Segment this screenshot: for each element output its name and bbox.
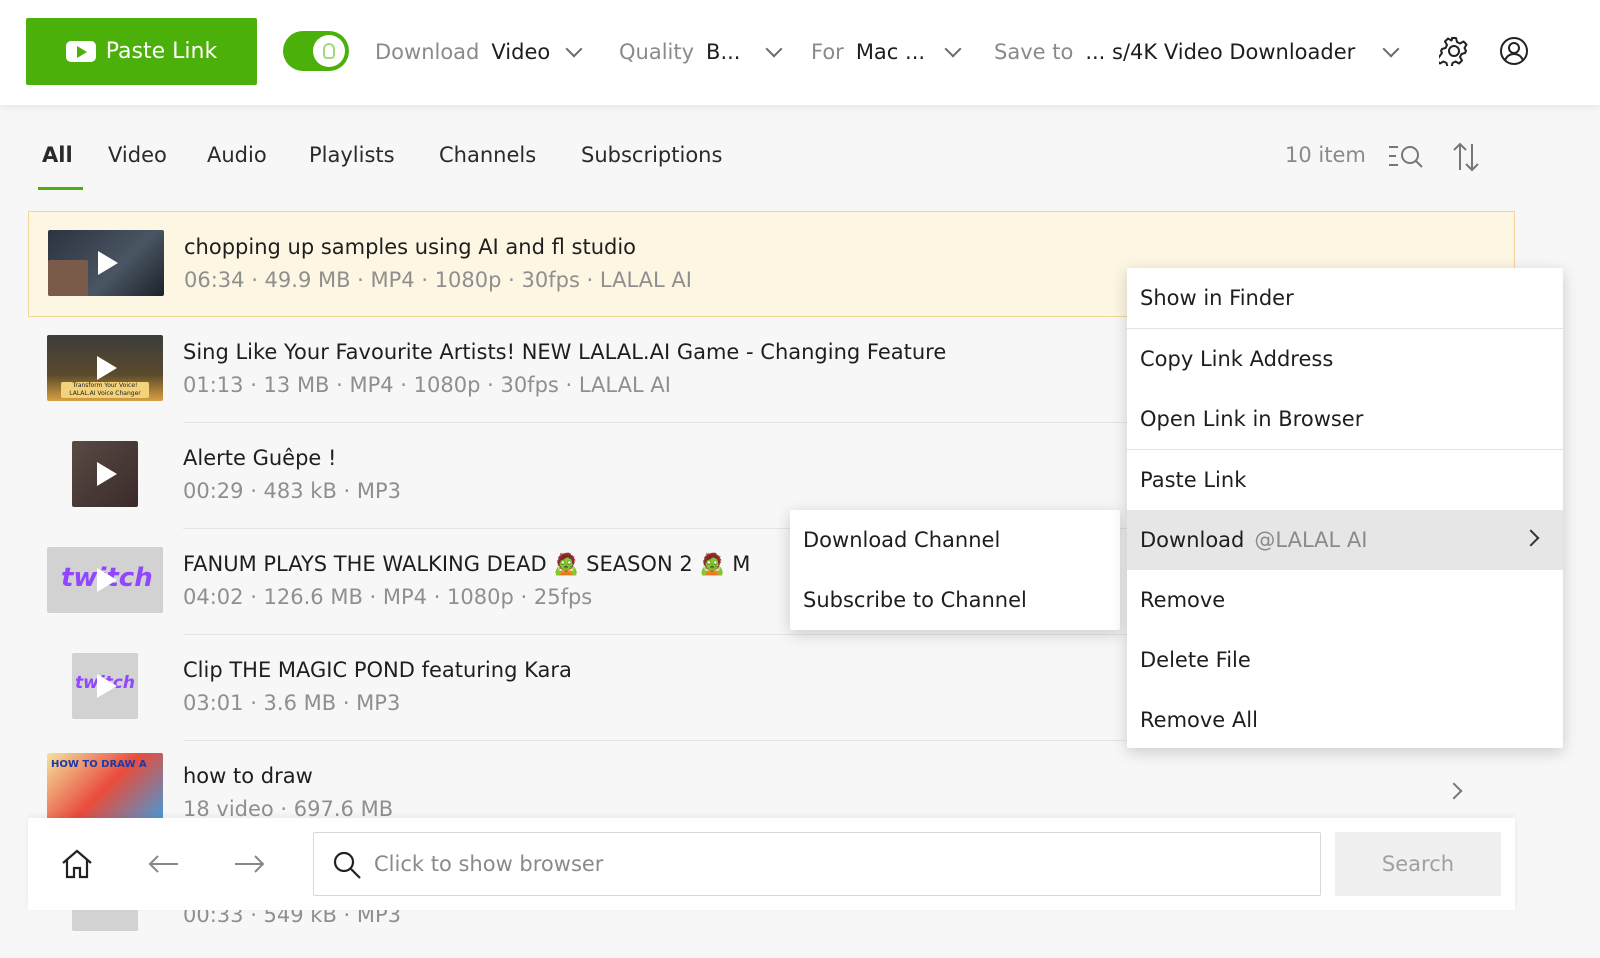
tab-all[interactable]: All [42, 143, 73, 167]
search-icon [333, 851, 361, 879]
save-to-dropdown[interactable]: Save to ... s/4K Video Downloader [994, 36, 1400, 68]
paste-link-item[interactable]: Paste Link [1127, 450, 1563, 510]
smart-mode-toggle[interactable] [283, 31, 349, 71]
video-thumbnail [48, 230, 164, 296]
item-meta: 04:02 · 126.6 MB · MP4 · 1080p · 25fps [183, 585, 593, 609]
thumbnail-text: HOW TO DRAW A [51, 759, 147, 770]
chevron-down-icon [1382, 40, 1400, 58]
chevron-down-icon [944, 40, 962, 58]
settings-gear-icon[interactable] [1439, 36, 1469, 66]
item-meta: 03:01 · 3.6 MB · MP3 [183, 691, 401, 715]
remove-all-item[interactable]: Remove All [1127, 690, 1563, 750]
item-title: how to draw [183, 764, 313, 788]
tab-channels[interactable]: Channels [439, 143, 536, 167]
for-label: For [811, 40, 844, 64]
active-tab-indicator [38, 187, 83, 190]
download-type-dropdown[interactable]: Download Video [375, 36, 583, 68]
twitch-thumbnail: twitch [47, 547, 163, 613]
forward-arrow-icon[interactable] [233, 854, 265, 874]
save-to-label: Save to [994, 40, 1074, 64]
play-icon [98, 251, 118, 275]
play-icon [97, 462, 117, 486]
account-icon[interactable] [1499, 36, 1529, 66]
tab-subscriptions[interactable]: Subscriptions [581, 143, 722, 167]
chevron-right-icon [1522, 529, 1540, 547]
open-link-item[interactable]: Open Link in Browser [1127, 389, 1563, 449]
back-arrow-icon[interactable] [148, 854, 180, 874]
search-button[interactable]: Search [1335, 832, 1501, 896]
item-context-menu: Show in Finder Copy Link Address Open Li… [1127, 268, 1563, 748]
playlist-thumbnail: HOW TO DRAW A [47, 753, 163, 825]
lightbulb-icon [323, 43, 335, 59]
toggle-knob [313, 35, 345, 67]
browser-search-input[interactable] [374, 847, 1274, 881]
tab-video[interactable]: Video [108, 143, 167, 167]
download-value: Video [491, 40, 551, 64]
delete-file-item[interactable]: Delete File [1127, 630, 1563, 690]
thumbnail-caption: Transform Your Voice! LALAL.AI Voice Cha… [61, 382, 149, 398]
browser-address-field[interactable] [313, 832, 1321, 896]
video-thumbnail: Transform Your Voice! LALAL.AI Voice Cha… [47, 335, 163, 401]
channel-name: @LALAL AI [1254, 528, 1368, 552]
item-title: Clip THE MAGIC POND featuring Kara [183, 658, 572, 682]
save-to-value: ... s/4K Video Downloader [1085, 40, 1356, 64]
home-icon[interactable] [60, 848, 94, 880]
show-in-finder-item[interactable]: Show in Finder [1127, 268, 1563, 328]
quality-dropdown[interactable]: Quality B... [619, 36, 783, 68]
download-label: Download [1140, 528, 1245, 552]
item-meta: 01:13 · 13 MB · MP4 · 1080p · 30fps · LA… [183, 373, 671, 397]
sort-icon[interactable] [1452, 141, 1480, 173]
download-channel-item[interactable]: Download Channel [790, 510, 1120, 570]
thumbnail-person [48, 260, 88, 296]
for-value: Mac ... [855, 40, 926, 64]
item-title: Alerte Guêpe ! [183, 446, 337, 470]
quality-label: Quality [619, 40, 695, 64]
item-title: FANUM PLAYS THE WALKING DEAD 🧟 SEASON 2 … [183, 552, 751, 576]
subscribe-channel-item[interactable]: Subscribe to Channel [790, 570, 1120, 630]
youtube-icon [65, 41, 96, 62]
item-meta: 00:29 · 483 kB · MP3 [183, 479, 402, 503]
copy-link-item[interactable]: Copy Link Address [1127, 329, 1563, 389]
item-title: chopping up samples using AI and fl stud… [184, 235, 637, 259]
format-dropdown[interactable]: For Mac ... [811, 36, 962, 68]
chevron-right-icon[interactable] [1445, 782, 1463, 800]
audio-thumbnail [72, 441, 138, 507]
quality-value: B... [706, 40, 741, 64]
chevron-down-icon [565, 40, 583, 58]
top-toolbar: Paste Link Download Video Quality B... F… [0, 0, 1600, 105]
play-icon [97, 568, 117, 592]
chevron-down-icon [765, 40, 783, 58]
tab-audio[interactable]: Audio [207, 143, 267, 167]
twitch-thumbnail: twitch [72, 653, 138, 719]
play-icon [97, 356, 117, 380]
item-count: 10 item [1285, 143, 1366, 167]
browser-bar: Search [28, 818, 1515, 910]
play-icon [97, 674, 117, 698]
download-submenu: Download Channel Subscribe to Channel [790, 510, 1120, 630]
item-meta: 06:34 · 49.9 MB · MP4 · 1080p · 30fps · … [184, 268, 692, 292]
download-label: Download [375, 40, 480, 64]
item-title: Sing Like Your Favourite Artists! NEW LA… [183, 340, 947, 364]
remove-item[interactable]: Remove [1127, 570, 1563, 630]
search-list-icon[interactable] [1388, 143, 1424, 171]
tab-playlists[interactable]: Playlists [309, 143, 395, 167]
paste-link-button[interactable]: Paste Link [26, 18, 257, 85]
paste-link-label: Paste Link [105, 39, 218, 64]
download-channel-menu-item[interactable]: Download @LALAL AI [1127, 510, 1563, 570]
